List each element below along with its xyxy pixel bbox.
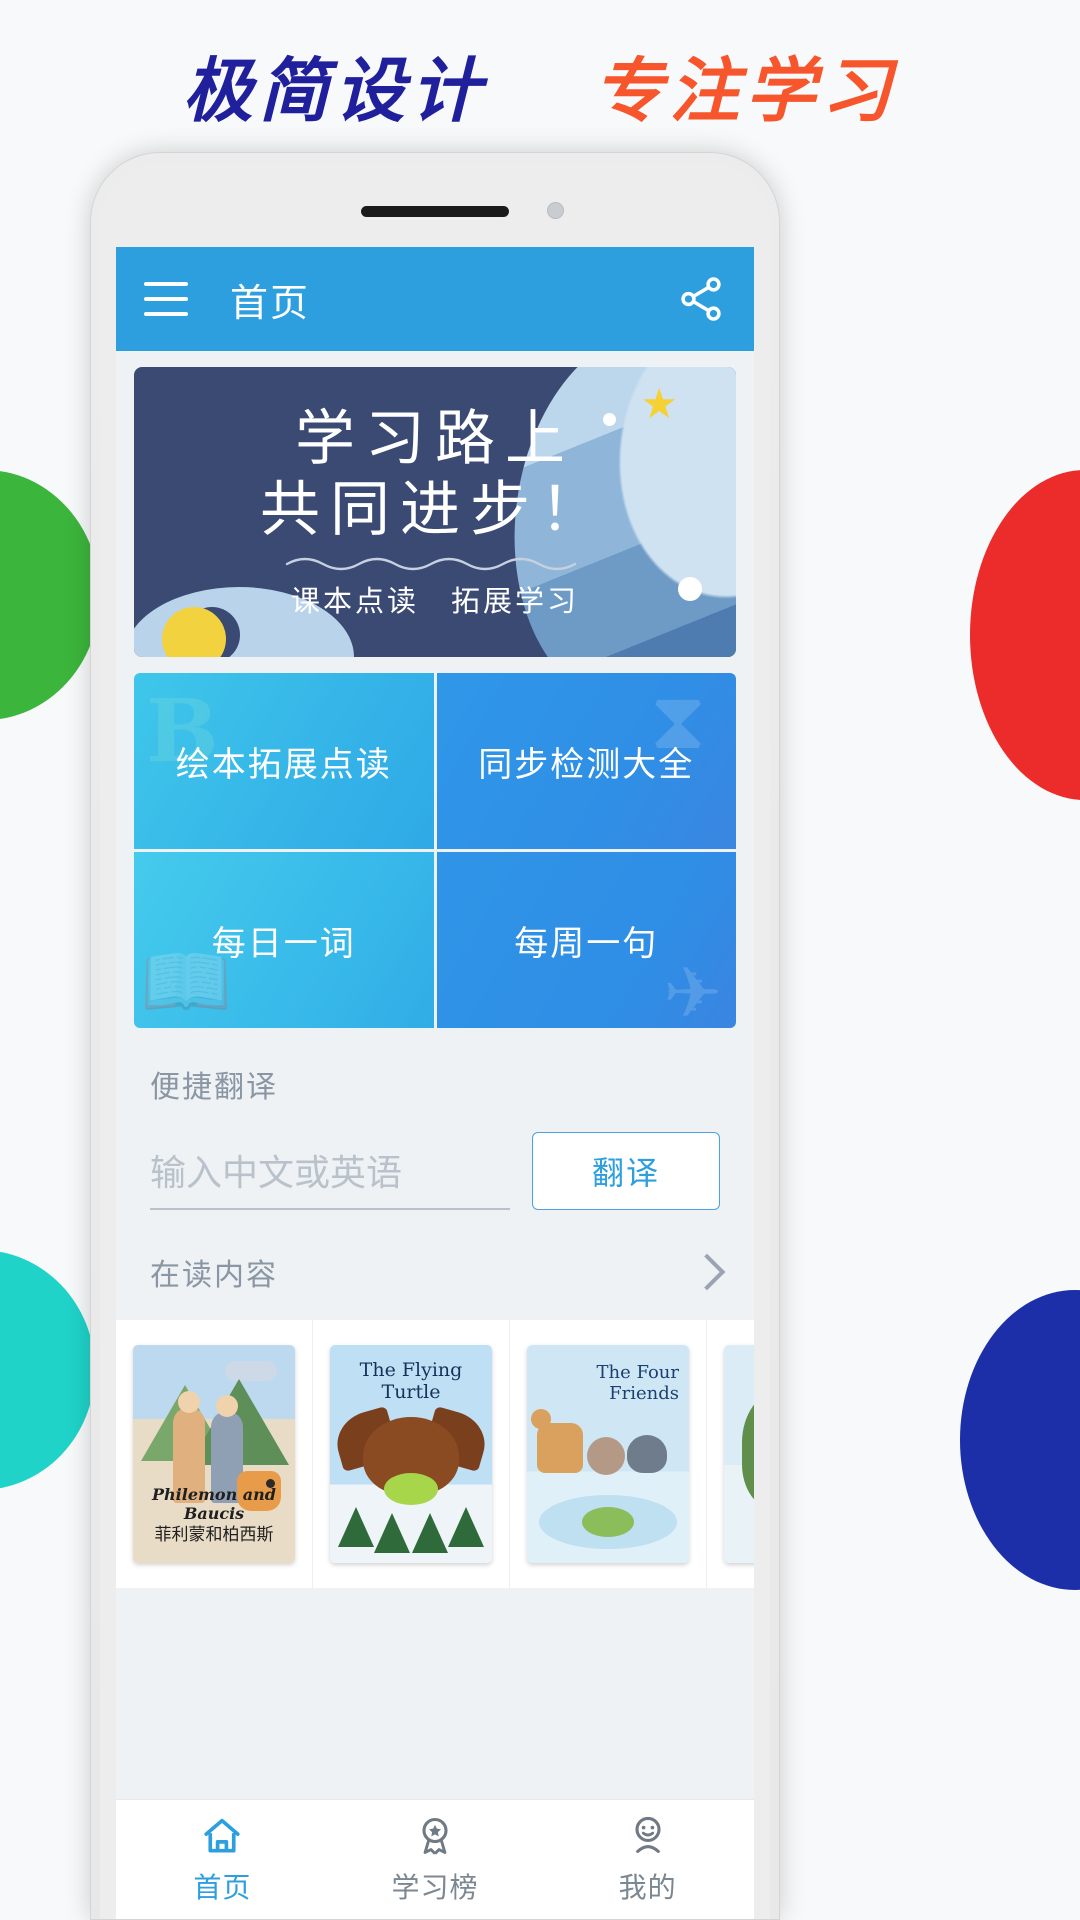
tab-mine[interactable]: 我的 <box>541 1800 754 1919</box>
book-title-en: Philemon and Baucis <box>152 1485 276 1523</box>
translate-button[interactable]: 翻译 <box>532 1132 720 1210</box>
decor-dot-large <box>678 577 702 601</box>
banner-subtitle: 课本点读 拓展学习 <box>290 585 579 618</box>
chevron-right-icon[interactable] <box>688 1253 726 1291</box>
book-cover: The Four Friends <box>527 1345 689 1563</box>
mouse-figure <box>587 1437 625 1475</box>
tree-shape <box>412 1513 448 1553</box>
tile-picture-book-reading[interactable]: B 绘本拓展点读 <box>134 673 434 849</box>
paper-plane-icon: ✈ <box>663 954 722 1028</box>
page-title: 首页 <box>230 282 311 325</box>
tile-label: 同步检测大全 <box>478 745 695 784</box>
phone-front-camera <box>547 202 564 219</box>
turtle-figure <box>384 1473 438 1505</box>
main-content: ★ 学习路上 共同进步！ 课本点读 拓展学习 B 绘本拓展点读 ⧗ 同步检测大全… <box>116 351 754 1799</box>
reading-section-label: 在读内容 <box>150 1259 278 1292</box>
reading-card[interactable]: The Flying Turtle <box>313 1320 510 1588</box>
tile-weekly-sentence[interactable]: ✈ 每周一句 <box>436 852 736 1028</box>
book-title-en: The Four Friends <box>596 1362 679 1404</box>
page-headline: 极简设计 专注学习 <box>0 56 1080 126</box>
person-icon <box>635 1816 661 1853</box>
tile-label: 绘本拓展点读 <box>175 745 392 784</box>
cloud-shape <box>225 1361 277 1381</box>
promo-banner[interactable]: ★ 学习路上 共同进步！ 课本点读 拓展学习 <box>134 367 736 657</box>
book-cover <box>724 1345 754 1563</box>
banner-line-2: 共同进步！ <box>260 475 610 545</box>
tree-shape <box>448 1507 484 1547</box>
banner-line-1: 学习路上 <box>295 404 575 475</box>
translate-section: 便捷翻译 翻译 <box>116 1028 754 1210</box>
tortoise-figure <box>582 1507 634 1537</box>
tab-label: 首页 <box>193 1871 252 1903</box>
translate-row: 翻译 <box>150 1132 720 1210</box>
app-screen: 首页 ★ 学习路上 共同进步！ 课本点读 拓展学习 B 绘本拓展点读 ⧗ 同步检… <box>116 247 754 1919</box>
home-icon <box>204 1818 240 1852</box>
bird-figure <box>627 1435 667 1473</box>
deer-figure <box>531 1409 583 1473</box>
phone-bezel: 首页 ★ 学习路上 共同进步！ 课本点读 拓展学习 B 绘本拓展点读 ⧗ 同步检… <box>100 162 770 1919</box>
bottom-tab-bar: 首页 学习榜 我的 <box>116 1799 754 1919</box>
tree-shape <box>374 1513 410 1553</box>
decor-circle-red <box>970 470 1080 800</box>
translate-input[interactable] <box>150 1152 510 1194</box>
book-cover: Philemon and Baucis 菲利蒙和柏西斯 <box>133 1345 295 1563</box>
phone-device-frame: 首页 ★ 学习路上 共同进步！ 课本点读 拓展学习 B 绘本拓展点读 ⧗ 同步检… <box>90 152 780 1920</box>
translate-input-wrapper <box>150 1152 510 1210</box>
app-bar: 首页 <box>116 247 754 351</box>
tab-label: 学习榜 <box>391 1871 479 1903</box>
reading-card[interactable] <box>707 1320 754 1588</box>
book-title-en: The Flying Turtle <box>359 1359 463 1403</box>
headline-right-text: 专注学习 <box>593 49 898 132</box>
decor-circle-navy <box>960 1290 1080 1590</box>
feature-tile-grid: B 绘本拓展点读 ⧗ 同步检测大全 📖 每日一词 ✈ 每周一句 <box>134 673 736 1028</box>
moon-icon <box>162 607 226 657</box>
reading-card[interactable]: Philemon and Baucis 菲利蒙和柏西斯 <box>116 1320 313 1588</box>
tab-home[interactable]: 首页 <box>116 1800 329 1919</box>
tile-daily-word[interactable]: 📖 每日一词 <box>134 852 434 1028</box>
tile-label: 每日一词 <box>211 924 356 963</box>
share-icon[interactable] <box>676 274 726 324</box>
book-cover: The Flying Turtle <box>330 1345 492 1563</box>
tab-leaderboard[interactable]: 学习榜 <box>329 1800 542 1919</box>
bush-shape <box>742 1391 754 1509</box>
reading-card[interactable]: The Four Friends <box>510 1320 707 1588</box>
decor-circle-green <box>0 470 100 720</box>
banner-wave-divider <box>285 557 577 570</box>
headline-left-text: 极简设计 <box>182 49 487 132</box>
decor-dot-small <box>603 413 616 426</box>
hamburger-menu-icon[interactable] <box>144 282 188 316</box>
tile-sync-test[interactable]: ⧗ 同步检测大全 <box>436 673 736 849</box>
phone-speaker-slot <box>361 206 509 217</box>
decor-circle-teal <box>0 1250 95 1490</box>
reading-section-header: 在读内容 <box>116 1210 754 1294</box>
medal-icon <box>422 1817 448 1855</box>
character-head <box>216 1395 238 1417</box>
character-head <box>178 1391 200 1413</box>
tile-label: 每周一句 <box>514 924 659 963</box>
book-title-cn: 菲利蒙和柏西斯 <box>154 1525 274 1545</box>
translate-section-label: 便捷翻译 <box>150 1071 278 1104</box>
tab-label: 我的 <box>618 1871 677 1903</box>
reading-card-list[interactable]: Philemon and Baucis 菲利蒙和柏西斯 The Flying T… <box>116 1320 754 1588</box>
star-icon: ★ <box>640 380 678 427</box>
tree-shape <box>338 1507 374 1547</box>
